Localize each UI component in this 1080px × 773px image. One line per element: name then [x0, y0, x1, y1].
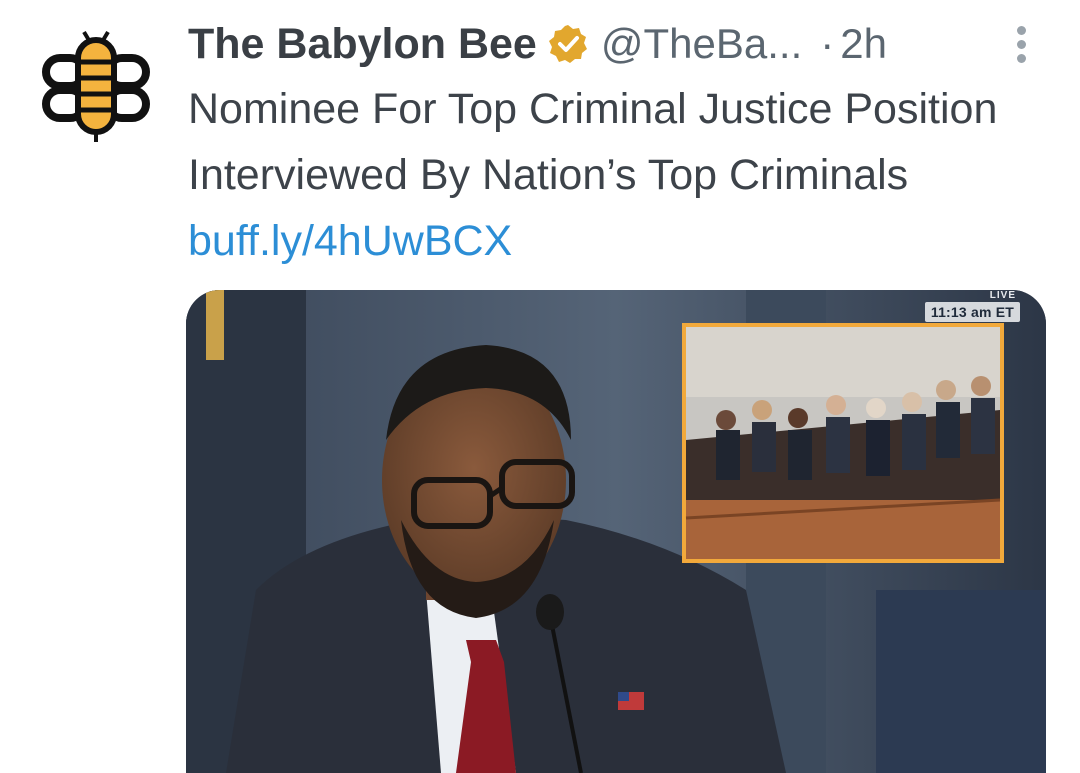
tweet-timestamp[interactable]: 2h — [840, 20, 887, 68]
live-label: LIVE — [989, 290, 1016, 301]
author-handle[interactable]: @TheBa... — [601, 20, 802, 68]
bee-logo-icon — [42, 30, 150, 142]
tweet-body: Nominee For Top Criminal Justice Positio… — [188, 76, 1048, 274]
display-name[interactable]: The Babylon Bee — [188, 20, 537, 69]
tweet-text: Nominee For Top Criminal Justice Positio… — [188, 85, 998, 199]
tweet-media-image[interactable]: LIVE 11:13 am ET — [186, 290, 1046, 773]
more-options-icon[interactable] — [1008, 26, 1034, 72]
header-separator: · — [820, 20, 835, 67]
broadcast-timestamp: 11:13 am ET — [924, 302, 1020, 322]
tweet-link[interactable]: buff.ly/4hUwBCX — [188, 217, 512, 265]
news-photo — [186, 290, 1046, 773]
tweet-header: The Babylon Bee @TheBa... · 2h — [188, 14, 887, 74]
verified-badge-icon — [547, 23, 589, 65]
tweet[interactable]: The Babylon Bee @TheBa... · 2h Nominee F… — [0, 0, 1080, 773]
avatar[interactable] — [38, 28, 154, 144]
